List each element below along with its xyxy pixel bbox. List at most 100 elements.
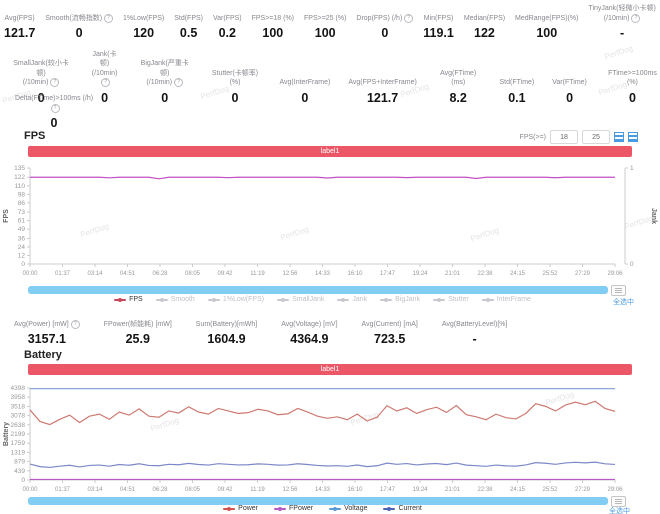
- stat-value: 0: [301, 88, 308, 108]
- chart-view-icon[interactable]: [614, 132, 624, 142]
- svg-text:22:38: 22:38: [477, 271, 493, 277]
- battery-section-title: Battery: [24, 349, 62, 361]
- stat-value: 121.7: [367, 88, 398, 108]
- legend-marker: [380, 299, 392, 301]
- legend-item-smooth[interactable]: Smooth: [156, 296, 195, 303]
- battery-chart-banner: label1: [28, 364, 632, 375]
- svg-text:0: 0: [21, 261, 25, 268]
- stat-label: BigJank(严重卡顿)(/10min)?: [139, 59, 191, 87]
- info-icon[interactable]: ?: [50, 78, 59, 87]
- stat-value: 100: [536, 23, 557, 43]
- svg-text:439: 439: [14, 468, 25, 475]
- svg-text:36: 36: [18, 235, 26, 242]
- info-icon[interactable]: ?: [631, 14, 640, 23]
- info-icon[interactable]: ?: [174, 78, 183, 87]
- svg-text:19:24: 19:24: [412, 271, 428, 277]
- stat-value: 0: [566, 88, 573, 108]
- stat-label: FPS>=25 (%): [304, 4, 346, 23]
- stat-value: 3157.1: [28, 329, 66, 349]
- legend-label: SmallJank: [292, 296, 324, 303]
- legend-item-fpower[interactable]: FPower: [274, 505, 313, 512]
- stat-std-fps-: Std(FPS)0.5: [174, 4, 203, 43]
- stat-fps>=25-%-: FPS>=25 (%)100: [304, 4, 346, 43]
- fps-threshold-low-input[interactable]: [550, 130, 578, 144]
- svg-text:21:01: 21:01: [445, 487, 461, 493]
- svg-text:3518: 3518: [11, 403, 26, 410]
- info-icon[interactable]: ?: [71, 320, 80, 329]
- legend-item-fps[interactable]: FPS: [114, 296, 143, 303]
- stat-label: FPS>=18 (%): [252, 4, 294, 23]
- legend-label: InterFrame: [497, 296, 531, 303]
- legend-item-stutter[interactable]: Stutter: [433, 296, 469, 303]
- stat-label: Avg(BatteryLevel)[%]: [442, 310, 508, 329]
- svg-text:3078: 3078: [11, 413, 26, 420]
- legend-marker: [223, 508, 235, 510]
- stat-label: Avg(Current) [mA]: [362, 310, 418, 329]
- stat-median-fps-: Median(FPS)122: [464, 4, 505, 43]
- svg-text:01:37: 01:37: [55, 487, 71, 493]
- legend-item-bigjank[interactable]: BigJank: [380, 296, 420, 303]
- stat-label: Std(FTime): [500, 69, 535, 88]
- legend-item-smalljank[interactable]: SmallJank: [277, 296, 324, 303]
- stat-avg-fps-: Avg(FPS)121.7: [4, 4, 35, 43]
- legend-label: FPS: [129, 296, 143, 303]
- fps-datazoom-button[interactable]: [611, 285, 626, 296]
- legend-item-1%low-fps-[interactable]: 1%Low(FPS): [208, 296, 264, 303]
- stat-label: SmallJank(较小卡顿)(/10min)?: [12, 59, 70, 87]
- svg-text:14:33: 14:33: [315, 487, 331, 493]
- stat-value: 8.2: [449, 88, 466, 108]
- stat-value: 119.1: [423, 23, 454, 43]
- stat-var-fps-: Var(FPS)0.2: [213, 4, 242, 43]
- fps-stats-row-3: Delta(FTime)>100ms (/h)?0: [12, 94, 96, 133]
- battery-select-all-link[interactable]: 全选中: [609, 506, 630, 514]
- info-icon[interactable]: ?: [104, 14, 113, 23]
- fps-select-all-link[interactable]: 全选中: [613, 297, 634, 307]
- legend-label: BigJank: [395, 296, 420, 303]
- stat-std-ftime-: Std(FTime)0.1: [500, 50, 535, 108]
- stat-avg-fps+interframe-: Avg(FPS+InterFrame)121.7: [348, 50, 417, 108]
- legend-marker: [114, 299, 126, 301]
- svg-text:16:10: 16:10: [347, 271, 363, 277]
- info-icon[interactable]: ?: [404, 14, 413, 23]
- legend-label: Voltage: [344, 505, 367, 512]
- stat-value: -: [473, 329, 477, 349]
- stat-value: 121.7: [4, 23, 35, 43]
- stat-value: 0: [381, 23, 388, 43]
- legend-item-current[interactable]: Current: [383, 505, 421, 512]
- svg-text:06:28: 06:28: [152, 271, 168, 277]
- svg-text:29:06: 29:06: [607, 487, 623, 493]
- legend-label: Jank: [352, 296, 367, 303]
- stat-value: 25.9: [126, 329, 150, 349]
- table-view-icon[interactable]: [628, 132, 638, 142]
- stat-value: 0: [161, 88, 168, 108]
- svg-text:01:37: 01:37: [55, 271, 71, 277]
- battery-datazoom-bar[interactable]: [28, 497, 608, 505]
- fps-section-title: FPS: [24, 130, 45, 142]
- svg-text:27:29: 27:29: [575, 487, 591, 493]
- fps-threshold-controls: FPS(>=): [520, 130, 638, 144]
- stat-sum-battery-mwh-: Sum(Battery)[mWh]1604.9: [196, 310, 257, 349]
- svg-text:22:38: 22:38: [477, 487, 493, 493]
- legend-item-power[interactable]: Power: [223, 505, 258, 512]
- legend-item-voltage[interactable]: Voltage: [329, 505, 367, 512]
- svg-text:11:19: 11:19: [250, 271, 265, 277]
- fps-datazoom-bar[interactable]: [28, 286, 608, 294]
- info-icon[interactable]: ?: [51, 104, 60, 113]
- legend-label: Power: [238, 505, 258, 512]
- svg-text:16:10: 16:10: [347, 487, 363, 493]
- stat-drop-fps-h-: Drop(FPS) (/h)?0: [356, 4, 413, 43]
- fps-threshold-high-input[interactable]: [582, 130, 610, 144]
- info-icon[interactable]: ?: [101, 78, 110, 87]
- legend-item-jank[interactable]: Jank: [337, 296, 367, 303]
- svg-text:49: 49: [18, 226, 26, 233]
- svg-text:135: 135: [14, 165, 25, 172]
- stat-smooth-: Smooth(流畅指数)?0: [45, 4, 113, 43]
- stat-value: 0: [51, 113, 58, 133]
- stat-min-fps-: Min(FPS)119.1: [423, 4, 454, 43]
- fps-stats-row-2: SmallJank(较小卡顿)(/10min)?0Jank(卡顿)(/10min…: [12, 50, 660, 108]
- svg-text:86: 86: [18, 200, 26, 207]
- stat-value: 1604.9: [207, 329, 245, 349]
- svg-text:00:00: 00:00: [22, 271, 38, 277]
- legend-item-interframe[interactable]: InterFrame: [482, 296, 531, 303]
- stat-value: 100: [262, 23, 283, 43]
